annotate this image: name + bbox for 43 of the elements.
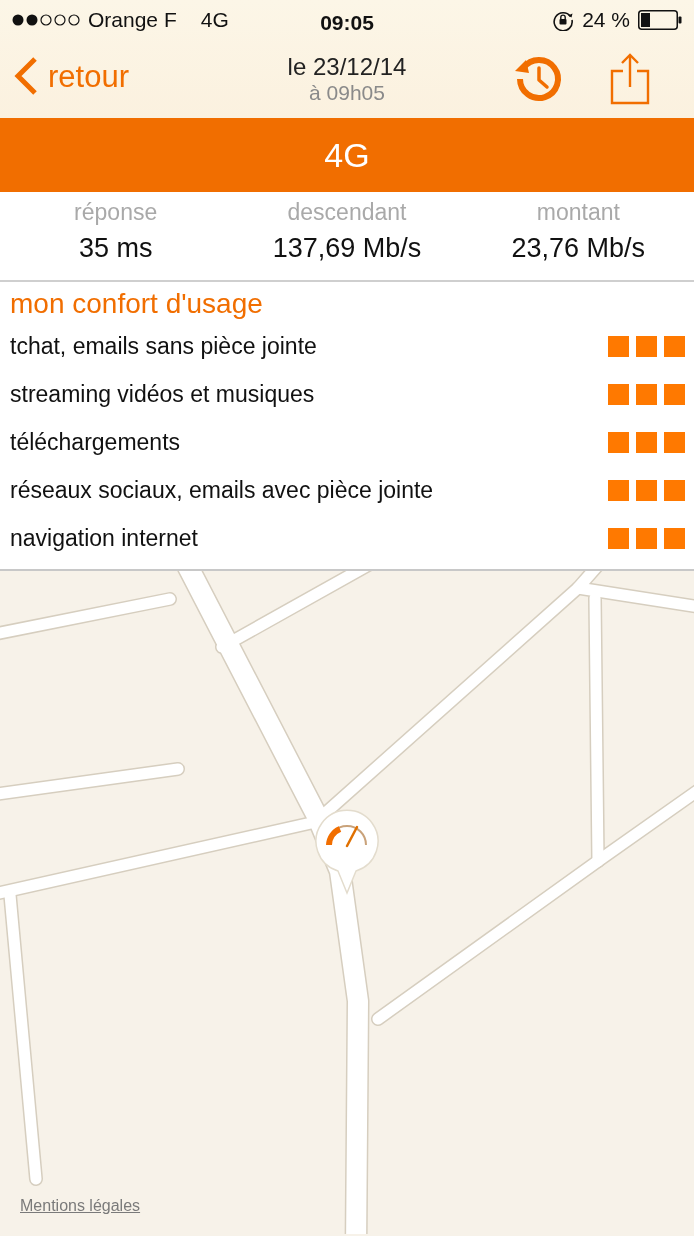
time-label: à 09h05 [308,80,386,105]
carrier-name: Orange F [88,7,177,34]
legal-notice-link[interactable]: Mentions légales [20,1194,141,1218]
rating-square-icon [664,335,685,357]
rating-square-icon [636,383,657,405]
share-icon[interactable] [610,53,650,105]
rating-square-icon [608,479,629,501]
stat-label: montant [535,198,621,227]
rating-square-icon [608,527,629,549]
stat-label: réponse [73,198,159,227]
date-label: le 23/12/14 [287,53,407,81]
rating-square-icon [636,479,657,501]
rating-square-icon [664,383,685,405]
section-title: mon confort d'usage [10,287,264,321]
network-type: 4G [200,7,229,34]
battery-percentage: 24 % [582,7,630,34]
rating-square-icon [664,479,685,501]
rating-square-icon [636,335,657,357]
battery-icon [638,10,682,30]
stat-value: 35 ms [77,232,154,265]
back-button[interactable]: retour [0,56,129,102]
rating-square-icon [608,431,629,453]
network-type-banner: 4G [0,118,694,192]
history-icon[interactable] [514,54,564,104]
stat-label: descendant [286,198,408,227]
chevron-left-icon [14,56,38,96]
usage-label: navigation internet [10,523,198,553]
signal-strength-icon [12,13,80,27]
rating-square-icon [608,335,629,357]
usage-label: téléchargements [10,427,181,457]
status-time: 09:05 [320,10,374,36]
rating-square-icon [664,431,685,453]
rating-square-icon [608,383,629,405]
usage-label: streaming vidéos et musiques [10,379,315,409]
stat-value: 137,69 Mb/s [271,232,423,265]
usage-label: tchat, emails sans pièce jointe [10,331,317,361]
rating-square-icon [636,527,657,549]
stat-value: 23,76 Mb/s [510,232,647,265]
rating-square-icon [636,431,657,453]
gauge-pin-icon[interactable] [314,809,380,895]
rotation-lock-icon [552,9,575,31]
rating-square-icon [664,527,685,549]
usage-label: réseaux sociaux, emails avec pièce jointe [10,475,434,505]
